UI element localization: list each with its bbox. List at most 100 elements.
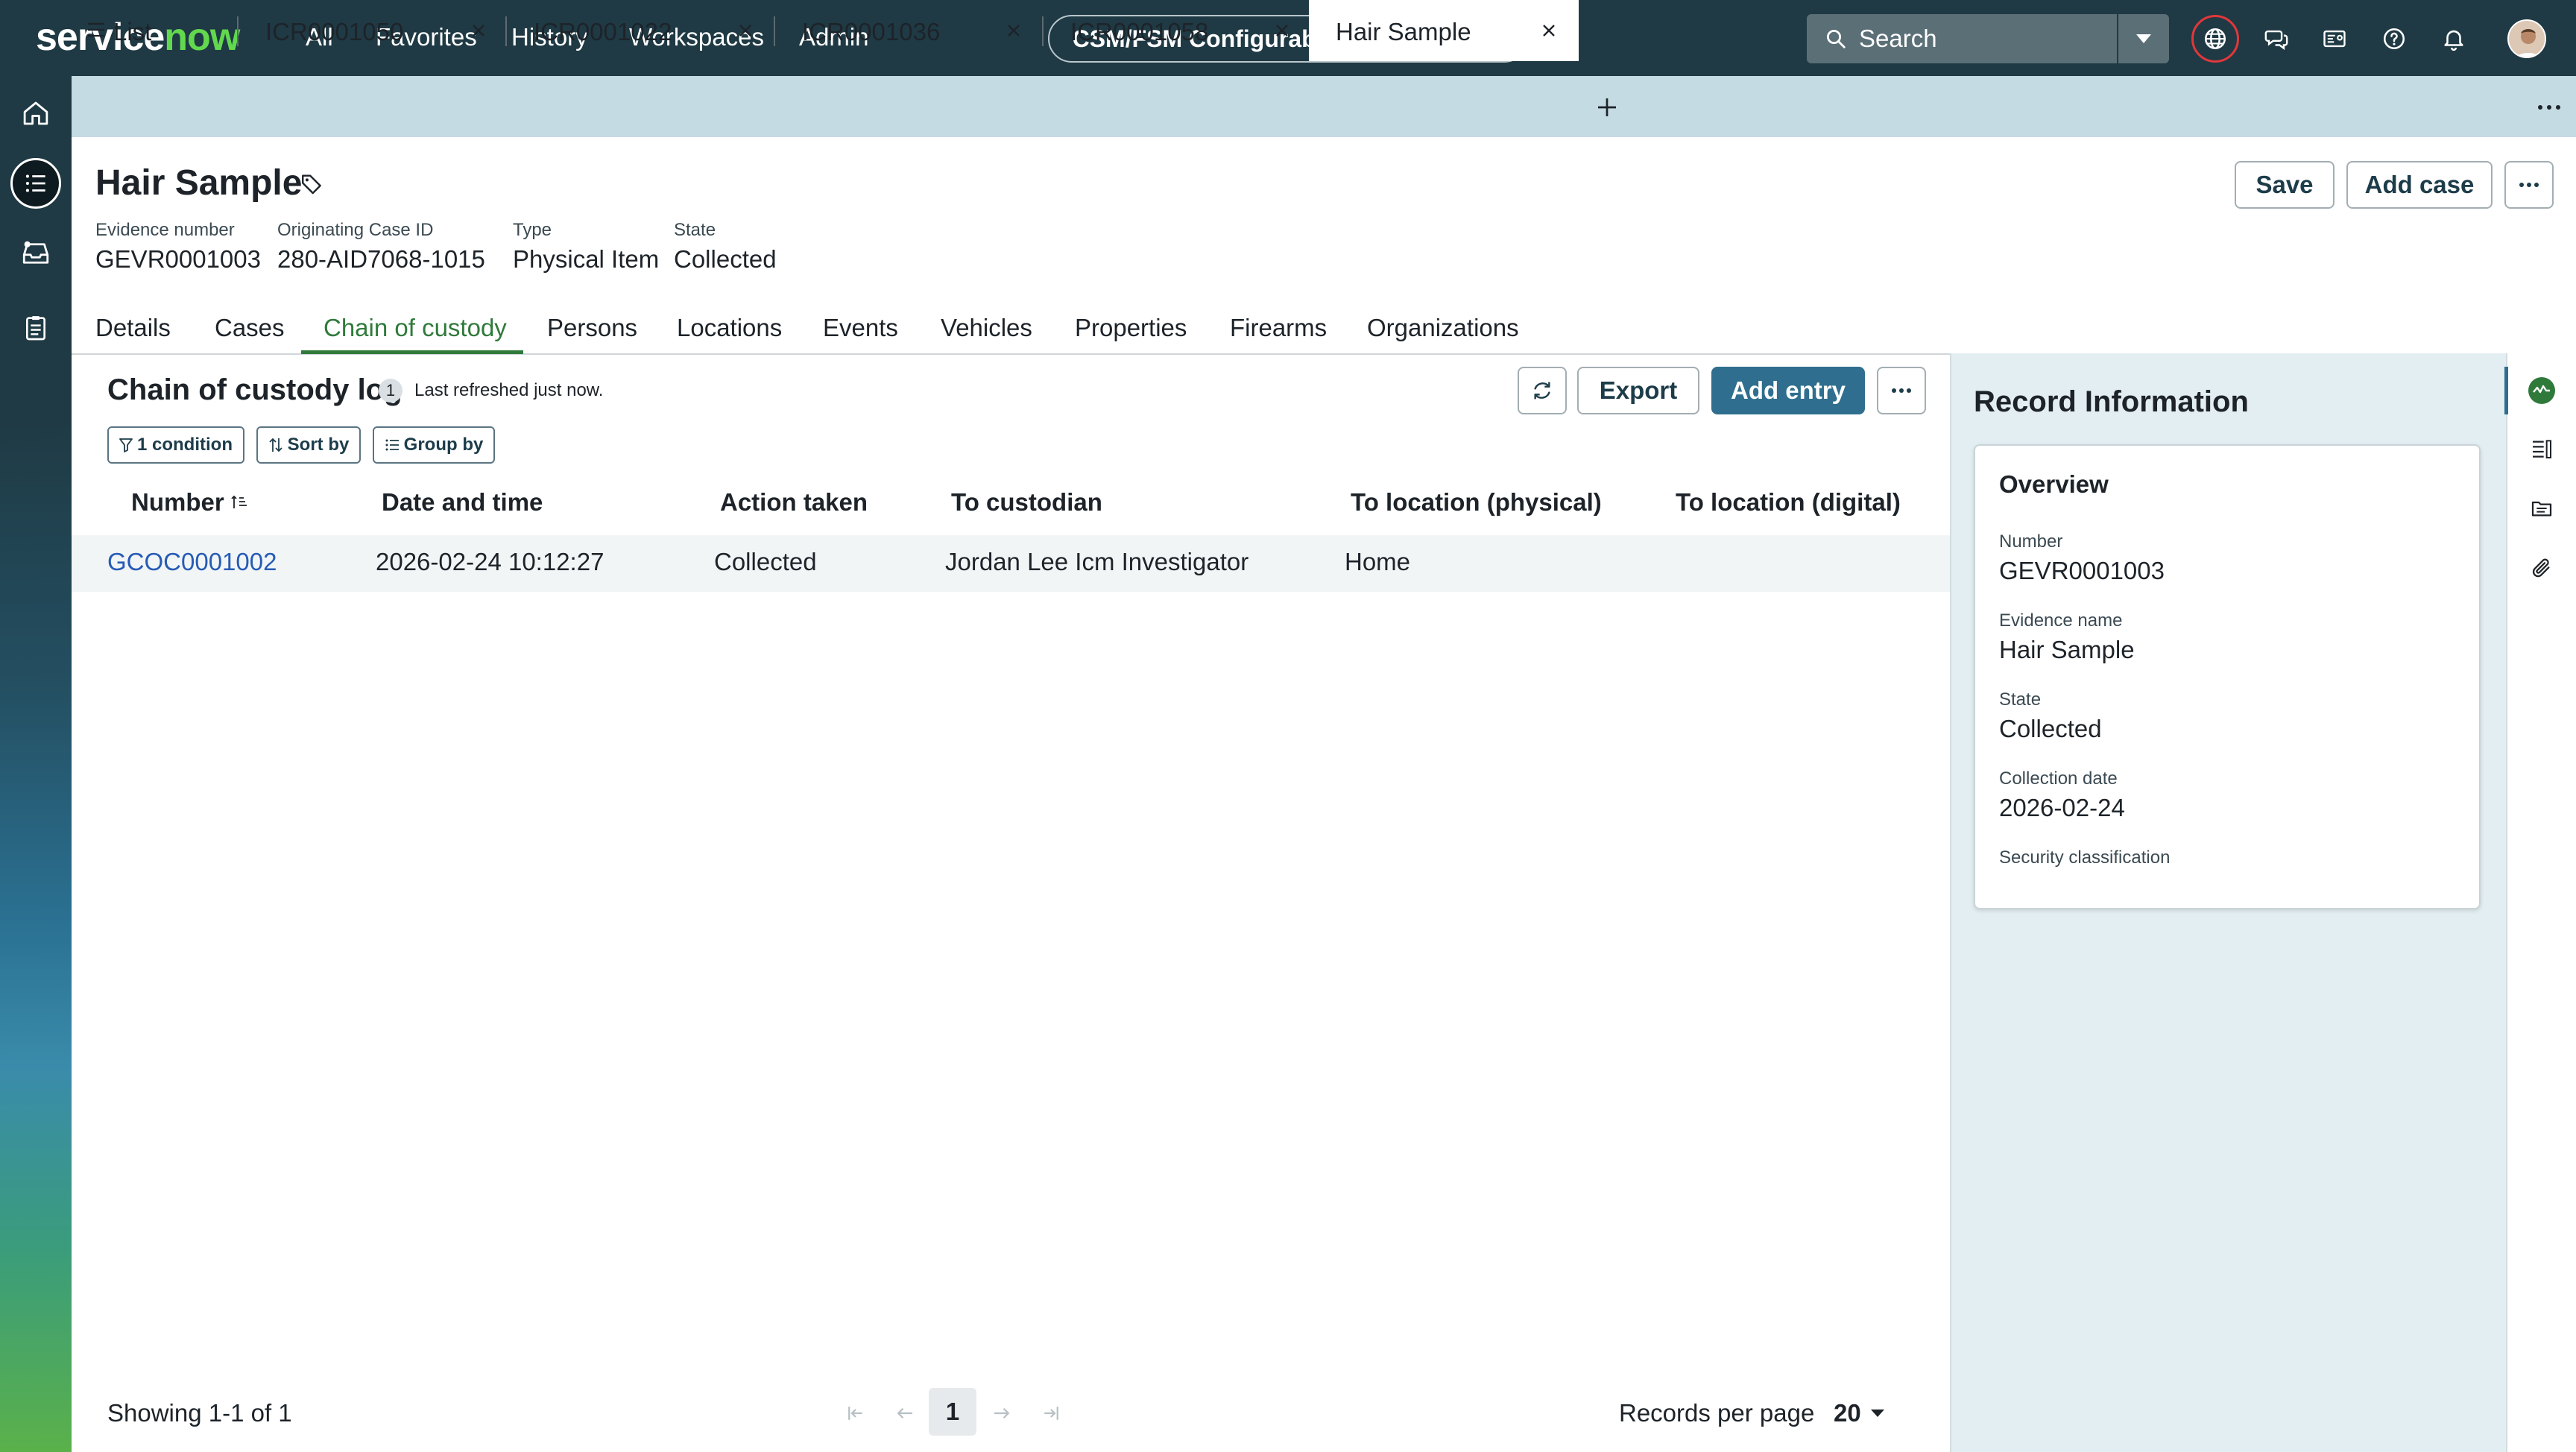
- meta-label-type: Type: [513, 220, 552, 240]
- more-icon: [2518, 181, 2540, 189]
- overview-label-security-classification: Security classification: [1999, 847, 2171, 868]
- records-per-page-value: 20: [1834, 1399, 1861, 1427]
- current-page-button[interactable]: 1: [929, 1388, 976, 1436]
- tab-label: ICR0001022: [534, 18, 672, 45]
- log-count-badge: 1: [379, 379, 402, 403]
- tab-list-label: List: [113, 18, 152, 45]
- help-icon[interactable]: [2375, 19, 2414, 58]
- close-icon[interactable]: [735, 20, 756, 41]
- left-rail: [0, 76, 72, 1452]
- home-icon[interactable]: [10, 88, 61, 139]
- tab-events[interactable]: Events: [823, 312, 898, 344]
- showing-count: Showing 1-1 of 1: [107, 1399, 292, 1427]
- user-avatar[interactable]: [2507, 19, 2546, 58]
- condition-chip-label: 1 condition: [137, 435, 233, 455]
- tab-icr0001036[interactable]: ICR0001036: [775, 0, 1029, 61]
- tab-firearms[interactable]: Firearms: [1230, 312, 1327, 344]
- active-rail-indicator: [2504, 367, 2508, 414]
- log-more-button[interactable]: [1877, 367, 1926, 414]
- refresh-button[interactable]: [1518, 367, 1567, 414]
- meta-value-state: Collected: [674, 245, 777, 273]
- column-header-label: Number: [131, 488, 224, 516]
- tab-list[interactable]: List: [72, 0, 231, 61]
- inbox-icon[interactable]: [10, 228, 61, 279]
- condition-filter-chip[interactable]: 1 condition: [107, 426, 244, 464]
- cell-to-location-physical: Home: [1345, 548, 1411, 575]
- add-tab-icon[interactable]: [1594, 94, 1620, 121]
- close-icon[interactable]: [468, 20, 489, 41]
- column-header-action-taken[interactable]: Action taken: [720, 486, 868, 519]
- sort-chip-label: Sort by: [287, 435, 350, 455]
- close-icon[interactable]: [1003, 20, 1024, 41]
- log-title: Chain of custody log: [107, 373, 402, 406]
- details-list-icon[interactable]: [2521, 428, 2563, 470]
- sort-icon: [268, 437, 283, 453]
- tab-properties[interactable]: Properties: [1075, 312, 1187, 344]
- group-icon: [385, 438, 400, 452]
- search-scope-dropdown[interactable]: [2118, 14, 2169, 63]
- tab-label: Hair Sample: [1336, 18, 1471, 45]
- overview-label-number: Number: [1999, 531, 2063, 552]
- add-entry-button[interactable]: Add entry: [1711, 367, 1865, 414]
- cell-date-time: 2026-02-24 10:12:27: [376, 548, 604, 575]
- tab-icr0001022[interactable]: ICR0001022: [507, 0, 760, 61]
- last-refreshed-text: Last refreshed just now.: [414, 380, 604, 400]
- hamburger-icon: [86, 19, 106, 40]
- sort-ascending-icon: [230, 493, 248, 511]
- group-chip-label: Group by: [403, 435, 484, 455]
- meta-label-state: State: [674, 220, 716, 240]
- global-search-input[interactable]: Search: [1807, 14, 2117, 63]
- record-more-button[interactable]: [2504, 161, 2554, 209]
- tab-label: ICR0001058: [1070, 18, 1209, 45]
- column-header-to-location-digital[interactable]: To location (digital): [1676, 486, 1901, 519]
- column-header-to-location-physical[interactable]: To location (physical): [1351, 486, 1602, 519]
- caret-down-icon: [1870, 1409, 1885, 1418]
- tab-cases[interactable]: Cases: [215, 312, 285, 344]
- globe-icon[interactable]: [2191, 15, 2239, 63]
- overview-value-number: GEVR0001003: [1999, 557, 2165, 584]
- column-header-to-custodian[interactable]: To custodian: [951, 486, 1102, 519]
- cell-action-taken: Collected: [714, 548, 817, 575]
- tab-details[interactable]: Details: [95, 312, 171, 344]
- first-page-icon[interactable]: [841, 1398, 871, 1428]
- close-icon[interactable]: [1272, 20, 1292, 41]
- tab-locations[interactable]: Locations: [677, 312, 782, 344]
- column-header-date-time[interactable]: Date and time: [382, 486, 543, 519]
- tabs-overflow-icon[interactable]: [2534, 97, 2564, 118]
- close-icon[interactable]: [1538, 20, 1559, 41]
- search-icon: [1825, 28, 1847, 50]
- sort-by-chip[interactable]: Sort by: [256, 426, 361, 464]
- next-page-icon[interactable]: [987, 1398, 1017, 1428]
- chat-icon[interactable]: [2257, 19, 2296, 58]
- record-number-link[interactable]: GCOC0001002: [107, 546, 277, 578]
- id-card-icon[interactable]: [2315, 19, 2354, 58]
- refresh-icon: [1530, 379, 1554, 403]
- clipboard-icon[interactable]: [10, 303, 61, 353]
- group-by-chip[interactable]: Group by: [373, 426, 495, 464]
- record-activity-icon[interactable]: [2521, 370, 2563, 411]
- panel-title: Record Information: [1974, 385, 2249, 418]
- tab-label: ICR0001050: [265, 18, 404, 45]
- previous-page-icon[interactable]: [890, 1398, 920, 1428]
- tab-persons[interactable]: Persons: [547, 312, 637, 344]
- last-page-icon[interactable]: [1036, 1398, 1066, 1428]
- tab-vehicles[interactable]: Vehicles: [941, 312, 1032, 344]
- save-button[interactable]: Save: [2235, 161, 2334, 209]
- overview-value-evidence-name: Hair Sample: [1999, 636, 2135, 663]
- tab-chain-of-custody[interactable]: Chain of custody: [323, 312, 507, 344]
- tab-icr0001058[interactable]: ICR0001058: [1044, 0, 1309, 61]
- tag-icon[interactable]: [300, 171, 325, 197]
- tab-hair-sample[interactable]: Hair Sample: [1309, 0, 1579, 61]
- attachment-icon[interactable]: [2521, 547, 2563, 589]
- folder-icon[interactable]: [2521, 487, 2563, 529]
- column-header-number[interactable]: Number: [131, 486, 248, 519]
- meta-value-originating-case: 280-AID7068-1015: [277, 245, 485, 273]
- tab-organizations[interactable]: Organizations: [1367, 312, 1519, 344]
- records-per-page-select[interactable]: 20: [1834, 1397, 1885, 1430]
- tab-icr0001050[interactable]: ICR0001050: [239, 0, 492, 61]
- add-case-button[interactable]: Add case: [2346, 161, 2493, 209]
- export-button[interactable]: Export: [1577, 367, 1699, 414]
- list-icon[interactable]: [10, 158, 61, 209]
- bell-icon[interactable]: [2434, 19, 2473, 58]
- meta-label-evidence-number: Evidence number: [95, 220, 235, 240]
